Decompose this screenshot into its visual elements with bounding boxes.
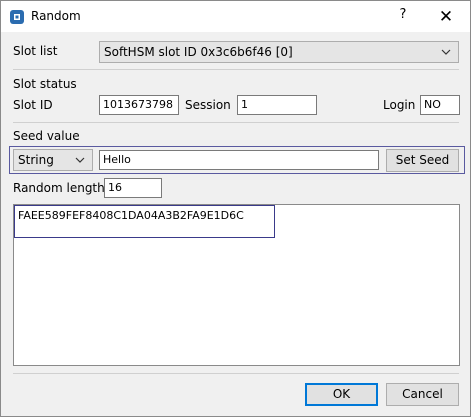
session-field[interactable]: 1: [237, 95, 317, 115]
slot-id-label: Slot ID: [13, 98, 53, 112]
random-length-label: Random length: [13, 181, 105, 195]
cancel-button[interactable]: Cancel: [386, 383, 459, 406]
random-output-area[interactable]: FAEE589FEF8408C1DA04A3B2FA9E1D6C: [13, 204, 460, 366]
slot-id-field[interactable]: 1013673798: [99, 95, 179, 115]
seed-value-heading: Seed value: [13, 129, 80, 143]
seed-type-select[interactable]: String: [13, 149, 93, 171]
divider: [13, 122, 459, 123]
slot-list-value: SoftHSM slot ID 0x3c6b6f46 [0]: [104, 45, 293, 59]
seed-input[interactable]: Hello: [99, 150, 379, 170]
login-field[interactable]: NO: [420, 95, 460, 115]
random-dialog: Random ? ✕ Slot list SoftHSM slot ID 0x3…: [0, 0, 471, 417]
seed-type-value: String: [18, 153, 54, 167]
set-seed-button[interactable]: Set Seed: [386, 149, 459, 172]
slot-status-heading: Slot status: [13, 77, 77, 91]
chevron-down-icon: [440, 45, 452, 59]
chevron-down-icon: [74, 153, 86, 167]
login-label: Login: [383, 98, 416, 112]
divider: [13, 373, 459, 374]
session-label: Session: [185, 98, 231, 112]
title-bar[interactable]: Random ? ✕: [1, 1, 470, 32]
divider: [13, 69, 459, 70]
slot-list-select[interactable]: SoftHSM slot ID 0x3c6b6f46 [0]: [99, 41, 459, 63]
random-length-field[interactable]: 16: [104, 178, 162, 198]
slot-list-label: Slot list: [13, 44, 58, 58]
ok-button[interactable]: OK: [305, 383, 378, 406]
help-button[interactable]: ?: [389, 7, 417, 27]
random-output-text: FAEE589FEF8408C1DA04A3B2FA9E1D6C: [18, 209, 244, 222]
chip-icon: [9, 9, 25, 25]
window-title: Random: [31, 9, 81, 23]
close-button[interactable]: ✕: [431, 5, 461, 29]
